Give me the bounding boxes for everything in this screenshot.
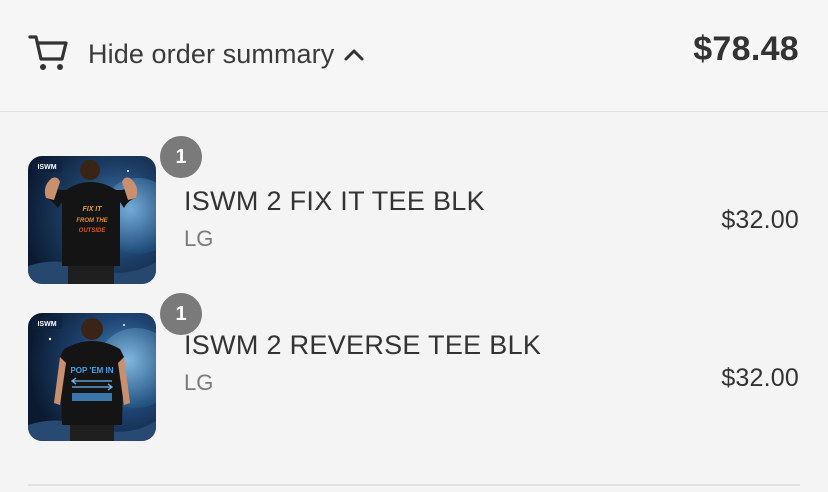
svg-text:POP 'EM IN: POP 'EM IN <box>70 366 113 375</box>
svg-text:FIX IT: FIX IT <box>82 206 102 213</box>
cart-icon <box>28 35 68 70</box>
item-name: ISWM 2 FIX IT TEE BLK <box>184 186 485 216</box>
svg-text:FROM THE: FROM THE <box>76 218 108 224</box>
item-variant: LG <box>184 370 214 395</box>
line-item: FIX IT FROM THE OUTSIDE ISWM 1 ISWM 2 FI… <box>0 134 828 286</box>
order-summary-header[interactable]: Hide order summary $78.48 <box>0 0 828 112</box>
product-image: POP 'EM IN ISWM <box>28 313 156 441</box>
svg-text:ISWM: ISWM <box>37 321 56 328</box>
line-item: POP 'EM IN ISWM 1 ISWM 2 REVERSE TEE BLK… <box>0 291 828 443</box>
svg-text:ISWM: ISWM <box>37 164 56 171</box>
svg-text:OUTSIDE: OUTSIDE <box>79 228 107 234</box>
order-total: $78.48 <box>693 30 799 68</box>
item-price: $32.00 <box>721 364 799 392</box>
chevron-up-icon <box>344 49 364 61</box>
product-thumbnail: POP 'EM IN ISWM 1 <box>28 291 204 441</box>
item-variant: LG <box>184 226 214 251</box>
item-name: ISWM 2 REVERSE TEE BLK <box>184 330 542 360</box>
product-thumbnail: FIX IT FROM THE OUTSIDE ISWM 1 <box>28 134 204 284</box>
divider <box>28 484 800 486</box>
quantity-badge: 1 <box>158 134 204 180</box>
item-price: $32.00 <box>721 206 799 234</box>
product-image: FIX IT FROM THE OUTSIDE ISWM <box>28 156 156 284</box>
toggle-order-summary-button[interactable]: Hide order summary <box>88 35 364 73</box>
toggle-order-summary-label: Hide order summary <box>88 38 335 69</box>
